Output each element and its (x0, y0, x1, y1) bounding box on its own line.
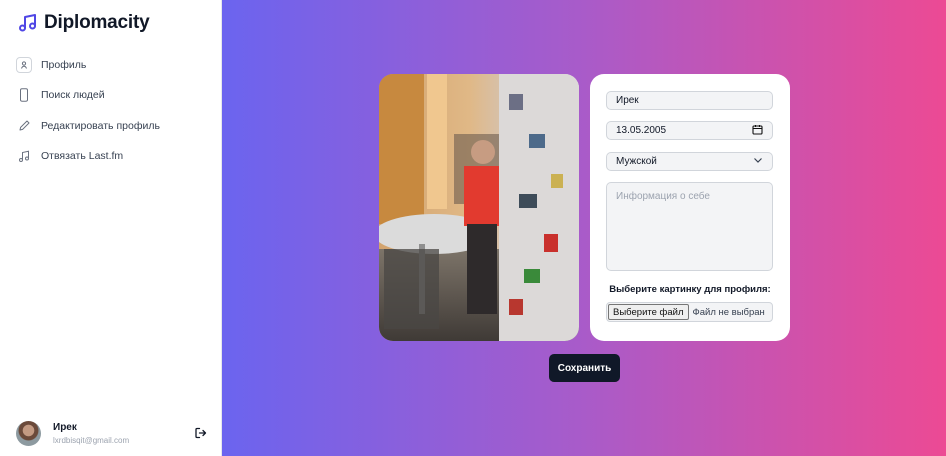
sidebar: Diplomacity Профиль Поиск людей Редактир… (0, 0, 222, 456)
first-name-value: Ирек (616, 95, 639, 106)
calendar-icon[interactable] (752, 124, 763, 138)
main-area: Ирек 13.05.2005 Мужской Информация о себ… (222, 0, 946, 456)
birth-date-value: 13.05.2005 (616, 125, 667, 136)
sidebar-item-unlink-lastfm[interactable]: Отвязать Last.fm (16, 145, 212, 168)
sidebar-nav: Профиль Поиск людей Редактировать профил… (16, 53, 212, 175)
choose-file-button[interactable]: Выберите файл (608, 304, 689, 320)
save-button[interactable]: Сохранить (549, 354, 620, 382)
gender-select[interactable]: Мужской (606, 152, 773, 171)
about-textarea[interactable]: Информация о себе (606, 182, 773, 271)
sidebar-item-label: Отвязать Last.fm (41, 150, 124, 162)
file-status: Файл не выбран (692, 306, 765, 318)
sidebar-item-label: Поиск людей (41, 89, 105, 101)
profile-form-card: Ирек 13.05.2005 Мужской Информация о себ… (590, 74, 790, 341)
phone-icon (16, 87, 32, 103)
file-input[interactable]: Выберите файл Файл не выбран (606, 302, 773, 322)
profile-icon (16, 56, 32, 73)
file-label: Выберите картинку для профиля: (609, 284, 771, 295)
chevron-down-icon (753, 156, 763, 167)
music-note-icon (16, 148, 32, 164)
user-name: Ирек (53, 421, 77, 433)
sidebar-item-label: Профиль (41, 58, 87, 71)
about-placeholder: Информация о себе (616, 191, 710, 202)
sidebar-item-edit-profile[interactable]: Редактировать профиль (16, 114, 212, 137)
pencil-icon (16, 118, 32, 134)
app-name: Diplomacity (44, 12, 150, 33)
sidebar-item-label: Редактировать профиль (41, 119, 160, 132)
user-info: Ирек lxrdbisqit@gmail.com (53, 422, 129, 445)
sidebar-item-profile[interactable]: Профиль (16, 53, 212, 76)
first-name-field[interactable]: Ирек (606, 91, 773, 110)
sidebar-item-search-people[interactable]: Поиск людей (16, 84, 212, 107)
user-panel: Ирек lxrdbisqit@gmail.com (16, 418, 208, 448)
gender-value: Мужской (616, 156, 657, 167)
logout-icon[interactable] (194, 426, 208, 440)
user-email: lxrdbisqit@gmail.com (53, 435, 130, 445)
avatar (16, 420, 41, 446)
music-note-icon (18, 13, 38, 33)
profile-photo (379, 74, 579, 341)
brand[interactable]: Diplomacity (18, 12, 150, 34)
birth-date-field[interactable]: 13.05.2005 (606, 121, 773, 140)
